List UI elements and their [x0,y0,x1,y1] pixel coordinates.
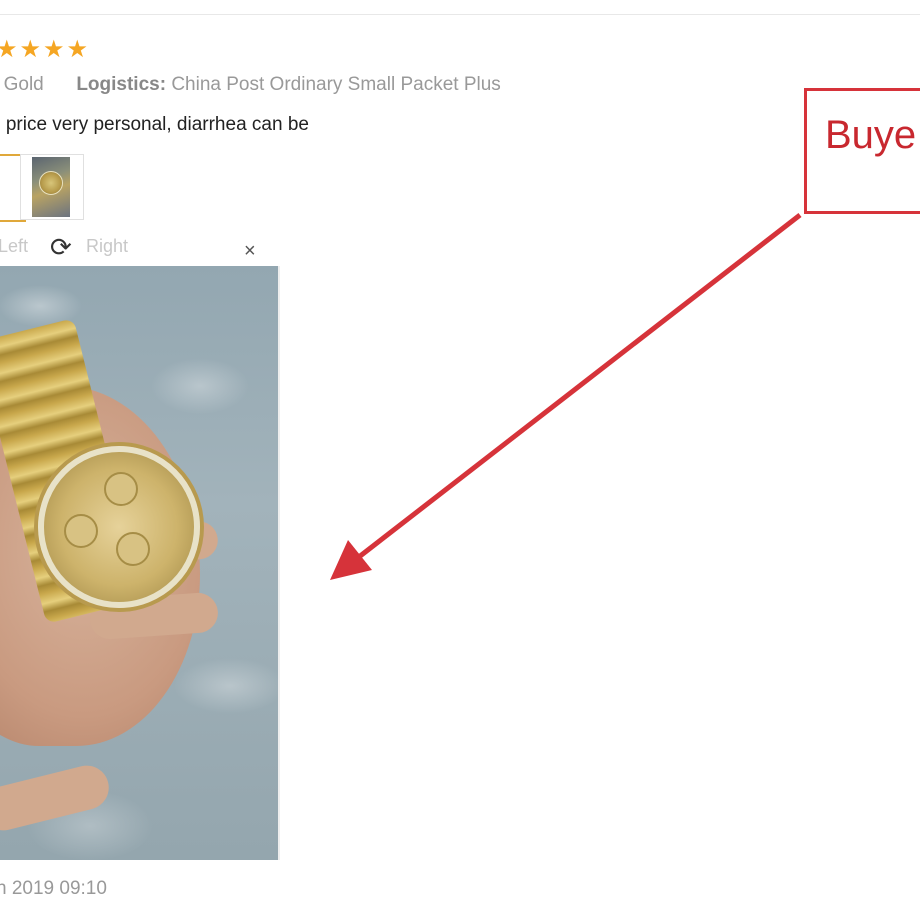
annotation-label: Buye [825,113,917,157]
review-date: n 2019 09:10 [0,878,107,899]
annotation-arrow [330,213,802,580]
annotation-callout-box: Buye [804,88,920,214]
